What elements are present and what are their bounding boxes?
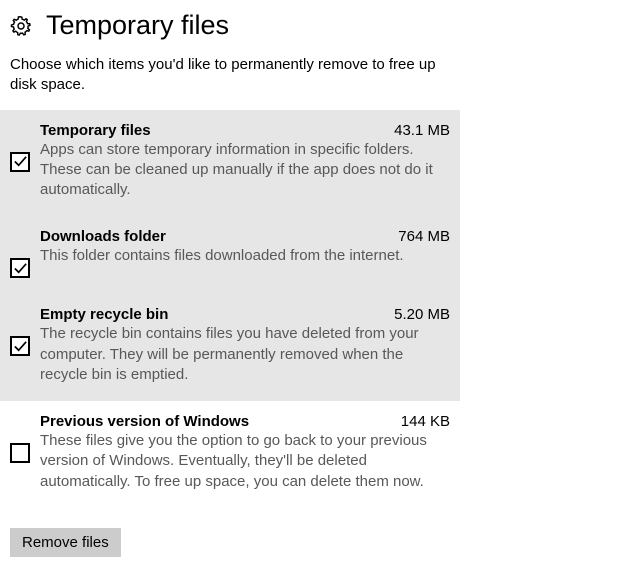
item-description: Apps can store temporary information in … [40,139,450,201]
item-description: These files give you the option to go ba… [40,430,450,492]
item-recycle-bin: Empty recycle bin 5.20 MB The recycle bi… [0,294,460,401]
item-title: Previous version of Windows [40,413,249,430]
item-previous-windows: Previous version of Windows 144 KB These… [0,401,460,508]
checkbox-previous-windows[interactable] [10,443,30,463]
item-downloads-folder: Downloads folder 764 MB This folder cont… [0,216,460,294]
item-size: 144 KB [401,413,450,430]
item-size: 43.1 MB [394,122,450,139]
page-title: Temporary files [46,10,229,41]
item-description: The recycle bin contains files you have … [40,323,450,385]
cleanup-items-list: Temporary files 43.1 MB Apps can store t… [0,110,460,508]
checkbox-recycle-bin[interactable] [10,336,30,356]
checkbox-downloads-folder[interactable] [10,258,30,278]
checkbox-temporary-files[interactable] [10,152,30,172]
item-size: 5.20 MB [394,306,450,323]
item-temporary-files: Temporary files 43.1 MB Apps can store t… [0,110,460,217]
item-title: Empty recycle bin [40,306,168,323]
gear-icon [10,15,32,37]
remove-files-button[interactable]: Remove files [10,528,121,557]
page-description: Choose which items you'd like to permane… [0,55,460,110]
item-description: This folder contains files downloaded fr… [40,245,450,266]
item-title: Temporary files [40,122,151,139]
item-title: Downloads folder [40,228,166,245]
item-size: 764 MB [398,228,450,245]
